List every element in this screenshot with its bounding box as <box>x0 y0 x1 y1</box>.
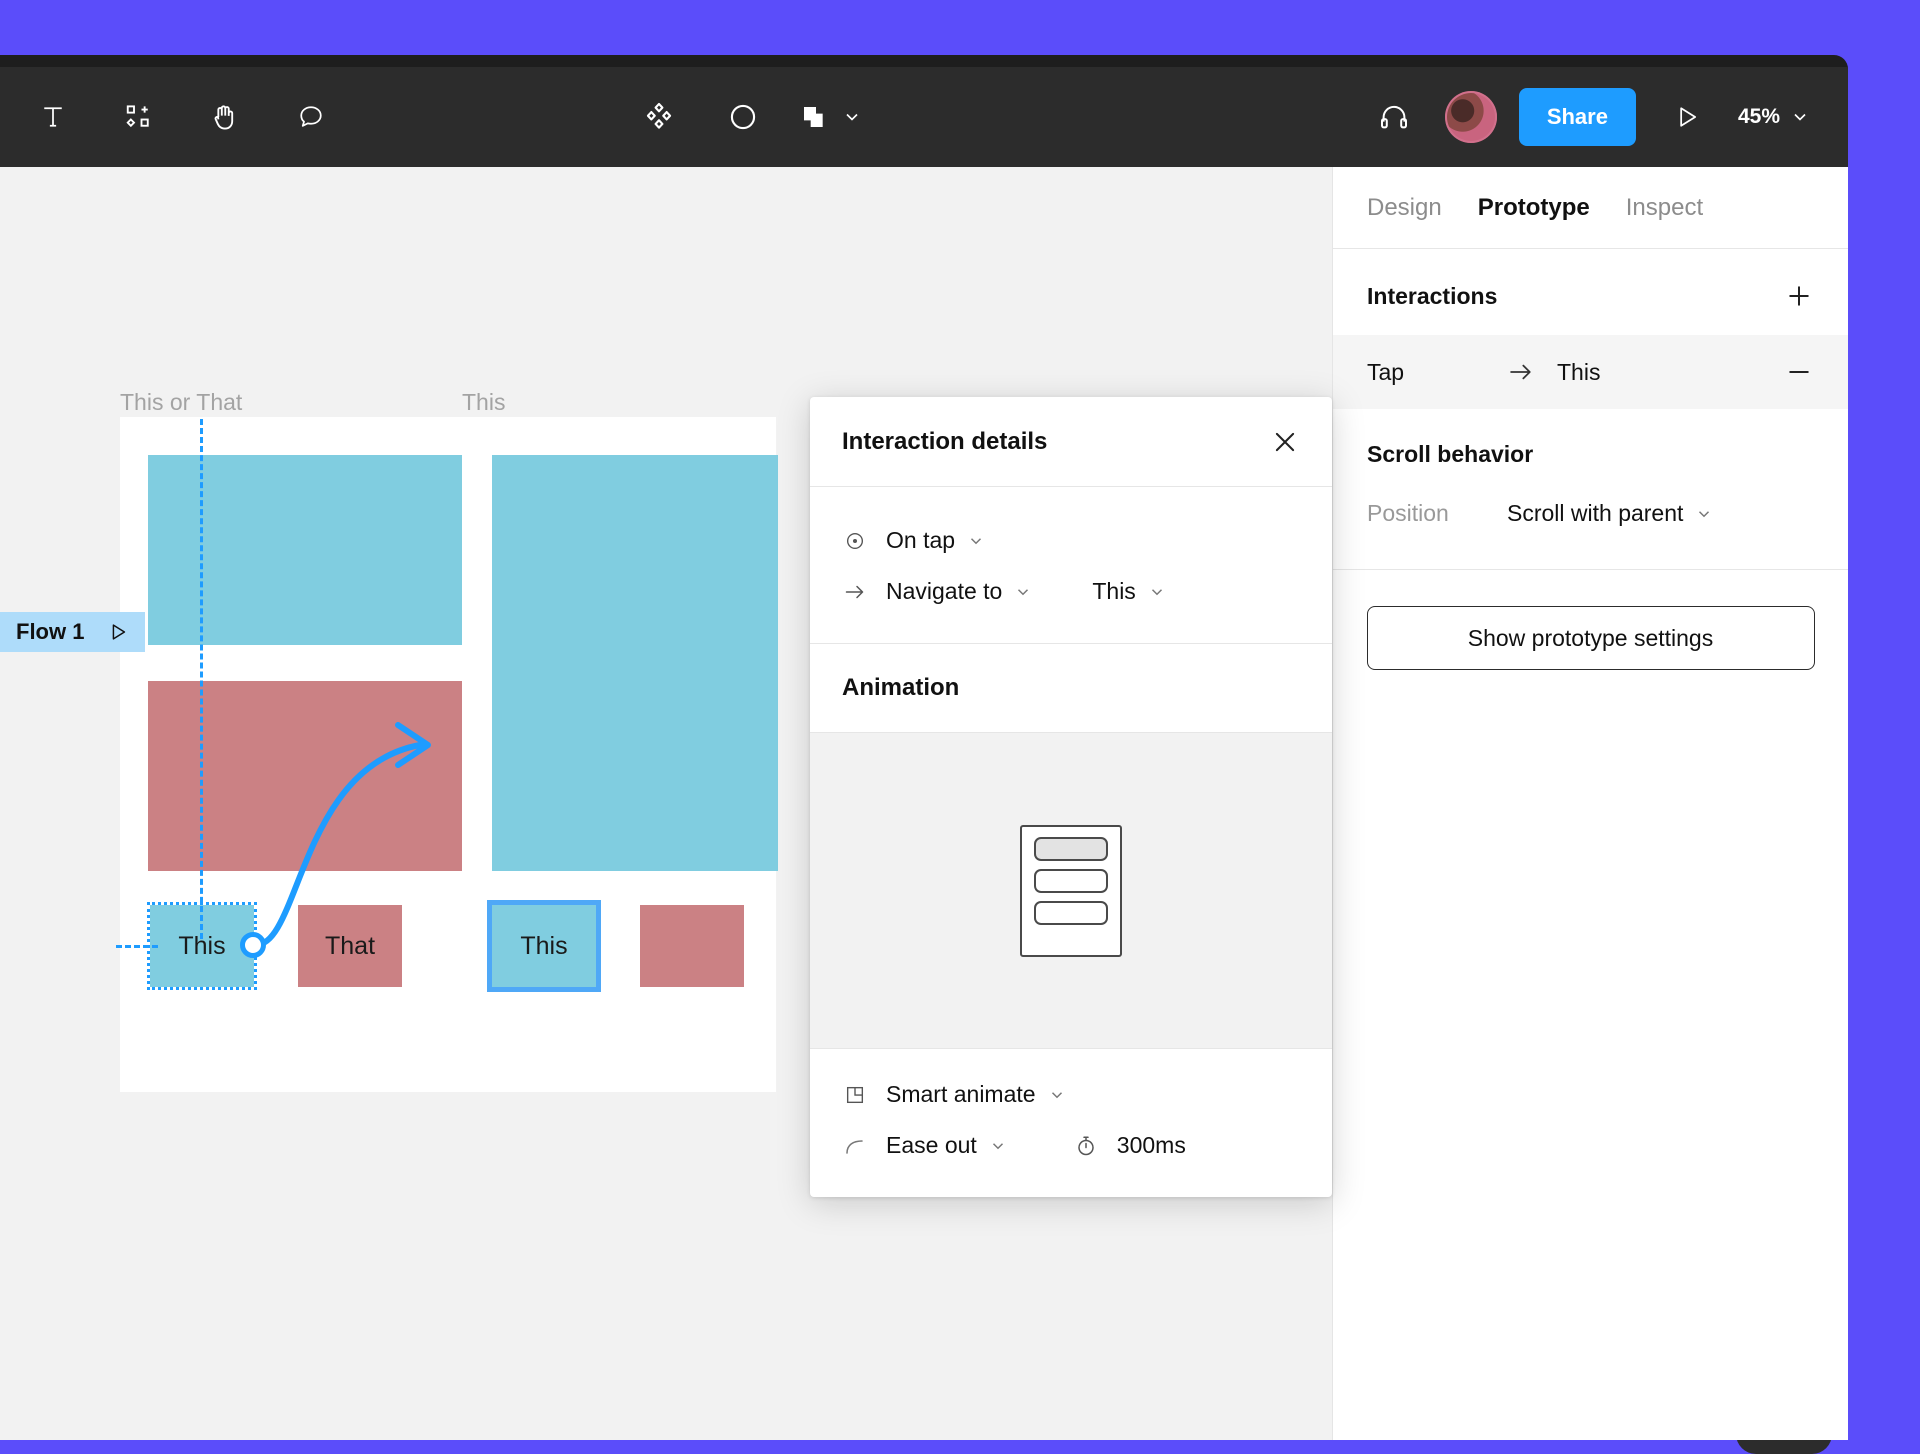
show-prototype-settings-button[interactable]: Show prototype settings <box>1366 606 1815 670</box>
present-play-icon[interactable] <box>1658 88 1716 146</box>
animation-type-row: Smart animate <box>810 1069 1332 1120</box>
remove-interaction-button[interactable] <box>1784 357 1814 387</box>
action-dropdown[interactable]: Navigate to <box>886 578 1032 605</box>
on-tap-icon <box>842 530 868 552</box>
connector-handle[interactable] <box>240 932 266 958</box>
chevron-down-icon <box>971 537 982 544</box>
position-row: Position Scroll with parent <box>1333 492 1848 535</box>
frame2-block-teal[interactable] <box>492 455 778 871</box>
frame1-block-rose[interactable] <box>148 681 466 871</box>
animation-preview-bar-2 <box>1034 868 1108 893</box>
navigate-arrow-icon <box>842 580 868 604</box>
modal-title: Interaction details <box>842 427 1048 455</box>
tab-design[interactable]: Design <box>1367 194 1442 222</box>
scroll-behavior-header: Scroll behavior <box>1333 409 1848 492</box>
flow-badge-label: Flow 1 <box>16 619 85 644</box>
toolbar-left-group <box>0 88 340 146</box>
easing-dropdown[interactable]: Ease out <box>886 1132 1007 1159</box>
modal-header: Interaction details <box>810 397 1332 487</box>
chevron-down-icon <box>1699 510 1710 517</box>
chevron-down-icon <box>1051 1091 1062 1098</box>
chevron-down-icon <box>992 1142 1003 1149</box>
action-row: Navigate to This <box>810 566 1332 617</box>
frame2-button-that[interactable] <box>640 905 744 987</box>
animation-preview-frame <box>1020 824 1122 957</box>
stopwatch-icon <box>1073 1134 1099 1158</box>
boolean-icon[interactable] <box>798 88 862 146</box>
frame1-block-teal[interactable] <box>148 455 466 645</box>
arrow-right-icon <box>1507 358 1535 386</box>
chevron-down-icon <box>1794 113 1806 121</box>
right-properties-panel: Design Prototype Inspect Interactions Ta… <box>1332 167 1848 1440</box>
animation-settings: Smart animate Ease out 300ms <box>810 1049 1332 1197</box>
share-button[interactable]: Share <box>1518 88 1636 146</box>
components-tool-icon[interactable] <box>110 88 168 146</box>
smart-guide-vertical <box>200 419 203 939</box>
toolbar: Share 45% <box>0 67 1848 167</box>
chevron-down-icon <box>846 113 858 121</box>
interaction-list-row[interactable]: Tap This <box>1333 335 1848 409</box>
destination-value: This <box>1092 578 1136 604</box>
interactions-title: Interactions <box>1367 282 1498 309</box>
trigger-dropdown[interactable]: On tap <box>886 527 985 554</box>
duration-value[interactable]: 300ms <box>1117 1132 1186 1159</box>
trigger-row: On tap <box>810 515 1332 566</box>
chevron-down-icon <box>1151 588 1162 595</box>
position-value: Scroll with parent <box>1507 500 1684 526</box>
smart-guide-horizontal <box>116 945 158 948</box>
frame-label-2[interactable]: This <box>462 389 505 416</box>
frame1-button-that[interactable]: That <box>298 905 402 987</box>
chevron-down-icon <box>1018 588 1029 595</box>
easing-value: Ease out <box>886 1132 977 1158</box>
action-value: Navigate to <box>886 578 1003 604</box>
position-dropdown[interactable]: Scroll with parent <box>1507 500 1713 527</box>
animation-preview[interactable] <box>810 733 1332 1049</box>
interaction-details-modal: Interaction details On tap Navigate to T… <box>810 397 1332 1197</box>
position-label: Position <box>1367 500 1449 526</box>
trigger-value: On tap <box>886 527 956 553</box>
flow-play-icon[interactable] <box>107 621 129 643</box>
figma-window: Share 45% This or That This That This Th… <box>0 55 1848 1440</box>
frame2-button-this[interactable]: This <box>492 905 596 987</box>
tab-prototype[interactable]: Prototype <box>1478 194 1590 222</box>
frame1-button-that-label: That <box>324 931 376 960</box>
toolbar-mid-group <box>630 88 862 146</box>
scroll-behavior-title: Scroll behavior <box>1367 441 1534 467</box>
hand-tool-icon[interactable] <box>196 88 254 146</box>
minus-icon <box>1789 371 1809 373</box>
animation-type-dropdown[interactable]: Smart animate <box>886 1081 1066 1108</box>
add-interaction-button[interactable] <box>1784 281 1814 311</box>
toolbar-right-group: Share 45% <box>1365 88 1816 146</box>
animation-preview-bar-1 <box>1034 836 1108 861</box>
close-icon[interactable] <box>1270 427 1300 457</box>
tab-inspect[interactable]: Inspect <box>1626 194 1703 222</box>
plus-icon <box>1789 286 1809 306</box>
animation-preview-bar-3 <box>1034 900 1108 925</box>
text-tool-icon[interactable] <box>24 88 82 146</box>
headphones-icon[interactable] <box>1365 88 1423 146</box>
scroll-behavior-section: Scroll behavior Position Scroll with par… <box>1333 409 1848 570</box>
mask-icon[interactable] <box>714 88 772 146</box>
plugins-icon[interactable] <box>630 88 688 146</box>
frame2-button-this-label: This <box>520 931 568 960</box>
interaction-trigger-label: Tap <box>1367 358 1405 385</box>
interactions-section-header: Interactions <box>1333 249 1848 335</box>
easing-curve-icon <box>842 1134 868 1158</box>
zoom-level-label: 45% <box>1737 105 1780 128</box>
panel-tabs: Design Prototype Inspect <box>1333 167 1848 249</box>
animation-type-value: Smart animate <box>886 1081 1036 1107</box>
animation-section-title: Animation <box>810 644 1332 733</box>
flow-badge[interactable]: Flow 1 <box>0 612 145 652</box>
interaction-destination-label: This <box>1557 358 1601 385</box>
frame-label-1[interactable]: This or That <box>120 389 242 416</box>
destination-dropdown[interactable]: This <box>1092 578 1165 605</box>
modal-trigger-group: On tap Navigate to This <box>810 487 1332 644</box>
smart-animate-icon <box>842 1084 868 1106</box>
avatar[interactable] <box>1444 91 1497 143</box>
comment-tool-icon[interactable] <box>282 88 340 146</box>
easing-row: Ease out 300ms <box>810 1120 1332 1171</box>
zoom-control[interactable]: 45% <box>1738 105 1816 129</box>
